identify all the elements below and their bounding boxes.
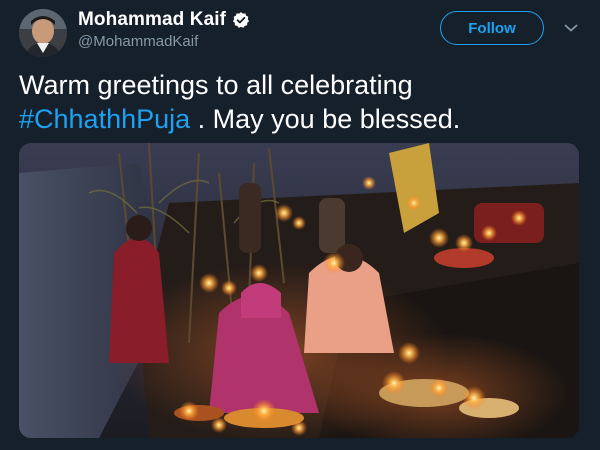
tweet-card: Mohammad Kaif @MohammadKaif Follow Warm … (0, 0, 600, 450)
avatar[interactable] (19, 9, 67, 57)
tweet-text-part: . May you be blessed. (190, 104, 461, 134)
author-handle[interactable]: @MohammadKaif (78, 33, 198, 50)
chevron-down-icon (564, 24, 578, 32)
follow-button[interactable]: Follow (440, 11, 544, 45)
avatar-image (19, 9, 67, 57)
tweet-photo[interactable] (19, 143, 579, 438)
hashtag-link[interactable]: #ChhathhPuja (19, 104, 190, 134)
verified-badge-icon (232, 11, 250, 29)
chhath-puja-photo (19, 143, 579, 438)
tweet-text: Warm greetings to all celebrating #Chhat… (19, 68, 584, 136)
more-options-button[interactable] (561, 18, 581, 38)
display-name[interactable]: Mohammad Kaif (78, 9, 226, 31)
author-name-row: Mohammad Kaif (78, 9, 250, 31)
tweet-text-part: Warm greetings to all celebrating (19, 70, 413, 100)
